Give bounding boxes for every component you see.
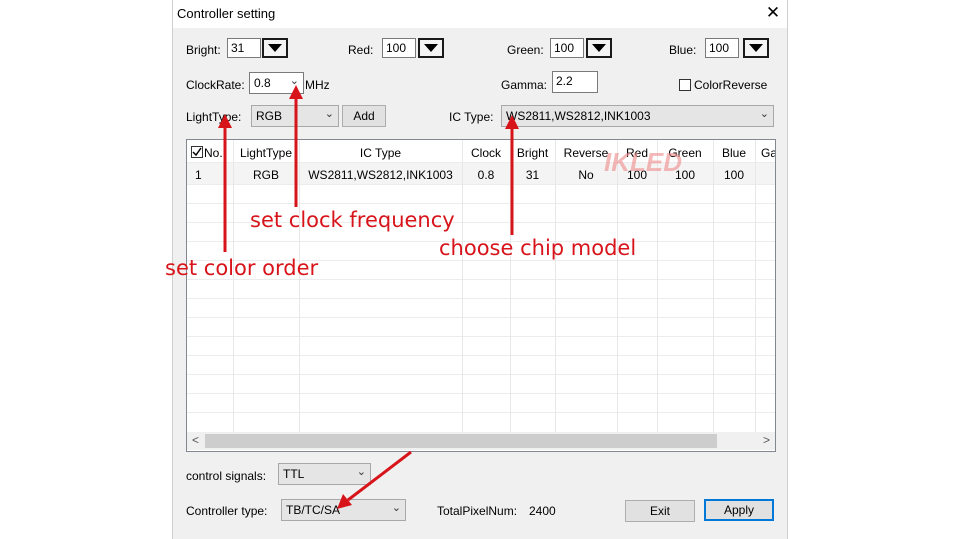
arrow-head-icon <box>505 115 519 129</box>
arrow-head-icon <box>289 85 303 99</box>
arrow-head-icon <box>337 494 352 509</box>
annotation-arrows <box>218 85 519 509</box>
arrow-controller-type <box>347 450 412 502</box>
arrow-head-icon <box>218 114 232 128</box>
